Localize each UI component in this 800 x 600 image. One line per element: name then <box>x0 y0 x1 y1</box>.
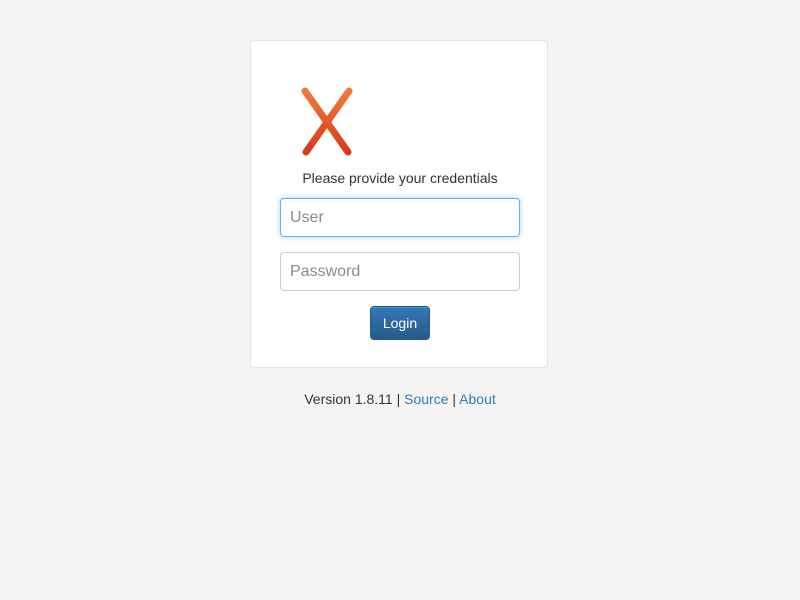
user-input[interactable] <box>280 198 520 237</box>
version-text: Version 1.8.11 <box>304 391 393 407</box>
login-card: Please provide your credentials Login <box>250 40 548 368</box>
password-input[interactable] <box>280 252 520 291</box>
credentials-prompt: Please provide your credentials <box>302 170 498 186</box>
footer-separator: | <box>396 391 401 407</box>
footer: Version 1.8.11 | Source | About <box>0 391 800 407</box>
source-link[interactable]: Source <box>404 391 448 407</box>
login-button[interactable]: Login <box>370 306 430 340</box>
x-logo-icon <box>301 87 353 156</box>
about-link[interactable]: About <box>459 391 496 407</box>
footer-separator: | <box>452 391 457 407</box>
